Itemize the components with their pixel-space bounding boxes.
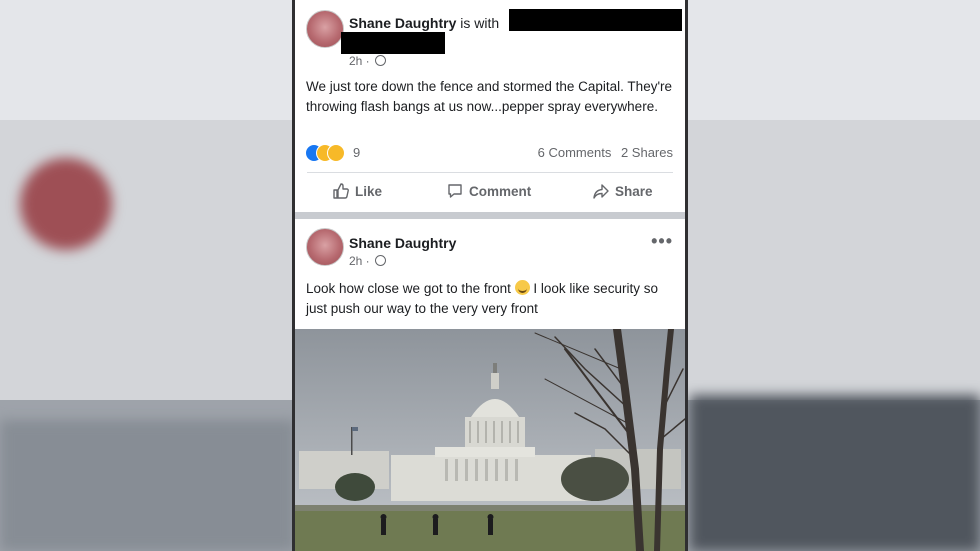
post-timestamp[interactable]: 2h · — [349, 54, 387, 68]
comment-label: Comment — [469, 184, 532, 199]
capitol-photo[interactable] — [295, 329, 685, 551]
avatar[interactable] — [306, 228, 344, 266]
timestamp-text: 2h · — [349, 254, 370, 268]
comment-button[interactable]: Comment — [447, 183, 531, 199]
post-separator — [295, 212, 685, 219]
grinning-emoji-icon — [514, 280, 530, 295]
background-dark-region-left — [0, 420, 295, 551]
background-avatar — [20, 158, 112, 250]
post-author-line: Shane Daughtry is with — [349, 15, 499, 31]
like-icon — [333, 183, 349, 199]
globe-icon — [375, 55, 387, 66]
reaction-count: 9 — [353, 145, 361, 160]
comments-count[interactable]: 6 Comments — [538, 145, 612, 160]
post-text: We just tore down the fence and stormed … — [306, 79, 673, 114]
like-label: Like — [355, 184, 383, 199]
facebook-feed-screenshot: Shane Daughtry is with 2h · We just tore… — [292, 0, 688, 551]
capitol-photo-image — [295, 329, 685, 551]
share-icon — [593, 184, 609, 199]
like-button[interactable]: Like — [333, 183, 382, 199]
comment-icon — [448, 184, 462, 198]
with-label: is with — [460, 15, 500, 31]
engagement-counts: 6 Comments 2 Shares — [538, 145, 673, 160]
shares-count[interactable]: 2 Shares — [621, 145, 673, 160]
globe-icon — [375, 255, 387, 266]
author-name[interactable]: Shane Daughtry — [349, 235, 456, 251]
post-text: Look how close we got to the front I loo… — [306, 279, 681, 318]
redaction-bar — [341, 32, 445, 54]
redaction-bar — [509, 9, 682, 31]
post-action-bar: Like Comment Share — [307, 172, 673, 209]
more-options-icon[interactable]: ••• — [651, 231, 673, 252]
post-timestamp[interactable]: 2h · — [349, 254, 387, 268]
feed-post-1: Shane Daughtry is with 2h · We just tore… — [295, 0, 685, 212]
avatar[interactable] — [306, 10, 344, 48]
haha-reaction-icon — [327, 144, 345, 162]
timestamp-text: 2h · — [349, 54, 370, 68]
background-dark-region-right — [690, 395, 980, 551]
feed-post-2: Shane Daughtry 2h · ••• Look how close w… — [295, 219, 685, 551]
share-button[interactable]: Share — [593, 183, 653, 199]
author-name[interactable]: Shane Daughtry — [349, 15, 456, 31]
post-text-part-1: Look how close we got to the front — [306, 281, 511, 296]
share-label: Share — [615, 184, 653, 199]
